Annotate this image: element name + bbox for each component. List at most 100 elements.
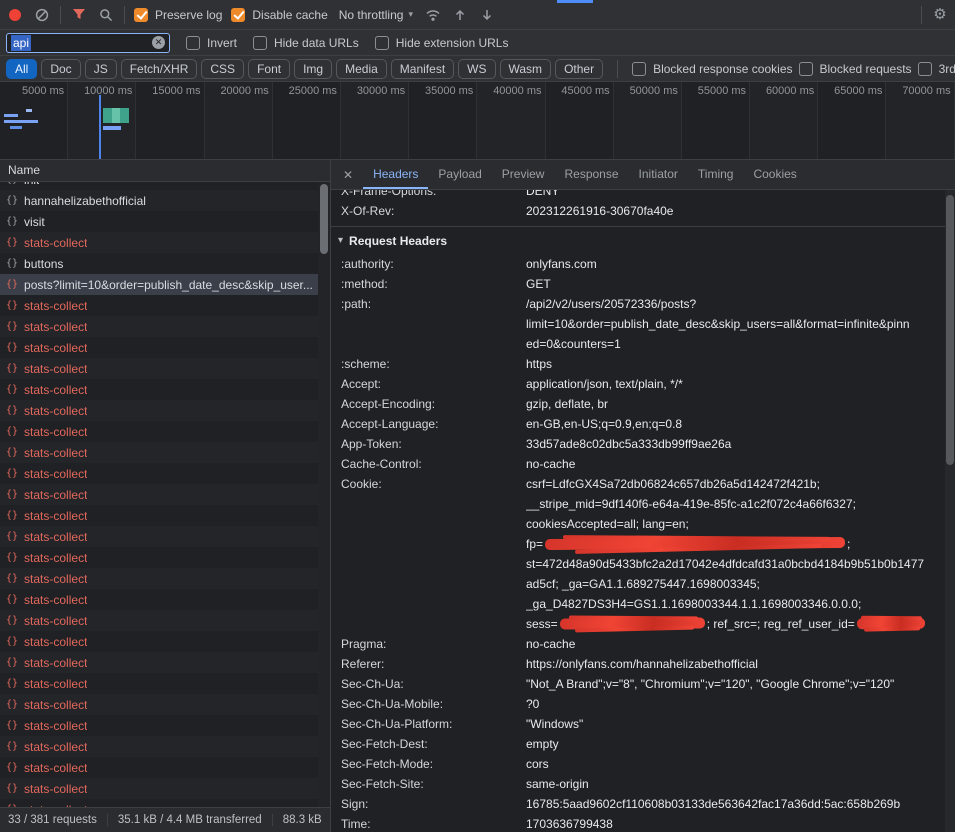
- timeline-overview[interactable]: 5000 ms10000 ms15000 ms20000 ms25000 ms3…: [0, 82, 955, 160]
- header-row: :authority:onlyfans.com: [331, 254, 945, 274]
- record-button[interactable]: [6, 6, 24, 24]
- type-filter-wasm[interactable]: Wasm: [500, 59, 552, 79]
- request-row[interactable]: {}init: [0, 182, 318, 190]
- header-value-text: gzip, deflate, br: [526, 397, 608, 411]
- type-filter-fetch-xhr[interactable]: Fetch/XHR: [121, 59, 198, 79]
- request-row[interactable]: {}stats-collect: [0, 316, 318, 337]
- script-icon: {}: [6, 657, 18, 668]
- search-button[interactable]: [97, 6, 115, 24]
- header-value-line: no-cache: [526, 454, 945, 474]
- type-filter-manifest[interactable]: Manifest: [391, 59, 454, 79]
- clear-button[interactable]: [33, 6, 51, 24]
- request-headers-section[interactable]: ▾Request Headers: [331, 227, 945, 254]
- type-filter-css[interactable]: CSS: [201, 59, 244, 79]
- type-filter-js[interactable]: JS: [85, 59, 117, 79]
- request-row[interactable]: {}stats-collect: [0, 295, 318, 316]
- hide-extension-urls-toggle[interactable]: Hide extension URLs: [375, 36, 509, 50]
- request-row[interactable]: {}stats-collect: [0, 463, 318, 484]
- tab-preview[interactable]: Preview: [492, 160, 555, 189]
- header-value-text: "Not_A Brand";v="8", "Chromium";v="120",…: [526, 677, 894, 691]
- close-icon[interactable]: ✕: [331, 168, 363, 182]
- header-value: "Windows": [526, 714, 945, 734]
- request-row[interactable]: {}stats-collect: [0, 421, 318, 442]
- request-row[interactable]: {}stats-collect: [0, 442, 318, 463]
- blocked-response-cookies-toggle[interactable]: Blocked response cookies: [632, 62, 792, 76]
- network-conditions-button[interactable]: [424, 6, 442, 24]
- request-row[interactable]: {}stats-collect: [0, 799, 318, 807]
- disable-cache-toggle[interactable]: Disable cache: [231, 8, 327, 22]
- hide-data-urls-label: Hide data URLs: [274, 36, 359, 50]
- hide-data-urls-toggle[interactable]: Hide data URLs: [253, 36, 359, 50]
- script-icon: {}: [6, 720, 18, 731]
- request-row[interactable]: {}hannahelizabethofficial: [0, 190, 318, 211]
- request-name: stats-collect: [24, 509, 87, 523]
- header-value-line: 16785:5aad9602cf110608b03133de563642fac1…: [526, 794, 945, 814]
- header-value-line: ad5cf; _ga=GA1.1.689275447.1698003345;: [526, 574, 945, 594]
- request-row[interactable]: {}stats-collect: [0, 358, 318, 379]
- type-filter-ws[interactable]: WS: [458, 59, 495, 79]
- request-row[interactable]: {}stats-collect: [0, 505, 318, 526]
- header-row: Time:1703636799438: [331, 814, 945, 832]
- settings-gear-icon[interactable]: ⚙: [931, 6, 949, 24]
- request-row[interactable]: {}stats-collect: [0, 631, 318, 652]
- header-name: Cookie:: [331, 474, 526, 634]
- request-row[interactable]: {}stats-collect: [0, 337, 318, 358]
- type-filter-font[interactable]: Font: [248, 59, 290, 79]
- export-har-button[interactable]: [478, 6, 496, 24]
- scrollbar-thumb[interactable]: [946, 195, 954, 465]
- request-row[interactable]: {}stats-collect: [0, 652, 318, 673]
- request-row[interactable]: {}stats-collect: [0, 673, 318, 694]
- header-row: Sec-Ch-Ua:"Not_A Brand";v="8", "Chromium…: [331, 674, 945, 694]
- request-row[interactable]: {}stats-collect: [0, 757, 318, 778]
- header-value: 202312261916-30670fa40e: [526, 201, 945, 221]
- type-filter-all[interactable]: All: [6, 59, 37, 79]
- toolbar-divider: [617, 60, 618, 78]
- script-icon: {}: [6, 741, 18, 752]
- tab-headers[interactable]: Headers: [363, 160, 428, 189]
- request-row[interactable]: {}stats-collect: [0, 610, 318, 631]
- request-row[interactable]: {}buttons: [0, 253, 318, 274]
- preserve-log-toggle[interactable]: Preserve log: [134, 8, 222, 22]
- header-value-line: gzip, deflate, br: [526, 394, 945, 414]
- tab-timing[interactable]: Timing: [688, 160, 744, 189]
- header-value: ?0: [526, 694, 945, 714]
- name-column-header[interactable]: Name: [0, 160, 330, 182]
- request-row[interactable]: {}stats-collect: [0, 379, 318, 400]
- type-filter-img[interactable]: Img: [294, 59, 332, 79]
- type-filter-media[interactable]: Media: [336, 59, 387, 79]
- request-row[interactable]: {}stats-collect: [0, 526, 318, 547]
- tab-cookies[interactable]: Cookies: [743, 160, 806, 189]
- request-row[interactable]: {}stats-collect: [0, 568, 318, 589]
- type-filter-other[interactable]: Other: [555, 59, 603, 79]
- type-filter-doc[interactable]: Doc: [41, 59, 80, 79]
- request-row[interactable]: {}visit: [0, 211, 318, 232]
- request-row[interactable]: {}stats-collect: [0, 589, 318, 610]
- import-har-button[interactable]: [451, 6, 469, 24]
- clear-filter-icon[interactable]: ✕: [152, 36, 165, 49]
- request-row[interactable]: {}stats-collect: [0, 232, 318, 253]
- header-name: Accept-Language:: [331, 414, 526, 434]
- throttling-dropdown[interactable]: No throttling ▾: [337, 8, 415, 22]
- record-icon: [9, 9, 21, 21]
- request-row[interactable]: {}posts?limit=10&order=publish_date_desc…: [0, 274, 318, 295]
- requests-scrollbar[interactable]: [318, 182, 330, 807]
- filter-input[interactable]: api ✕: [6, 33, 170, 53]
- request-row[interactable]: {}stats-collect: [0, 484, 318, 505]
- details-scrollbar[interactable]: [945, 190, 955, 832]
- tab-response[interactable]: Response: [554, 160, 628, 189]
- request-row[interactable]: {}stats-collect: [0, 547, 318, 568]
- request-row[interactable]: {}stats-collect: [0, 400, 318, 421]
- request-list: {}init{}hannahelizabethofficial{}visit{}…: [0, 182, 318, 807]
- header-value-text: onlyfans.com: [526, 257, 597, 271]
- tab-initiator[interactable]: Initiator: [629, 160, 688, 189]
- third-party-requests-toggle[interactable]: 3rd-party requests: [918, 62, 955, 76]
- tab-payload[interactable]: Payload: [428, 160, 491, 189]
- request-row[interactable]: {}stats-collect: [0, 715, 318, 736]
- invert-toggle[interactable]: Invert: [186, 36, 237, 50]
- request-row[interactable]: {}stats-collect: [0, 736, 318, 757]
- filter-toggle-button[interactable]: [70, 6, 88, 24]
- request-row[interactable]: {}stats-collect: [0, 778, 318, 799]
- request-row[interactable]: {}stats-collect: [0, 694, 318, 715]
- blocked-requests-toggle[interactable]: Blocked requests: [799, 62, 912, 76]
- scrollbar-thumb[interactable]: [320, 184, 328, 254]
